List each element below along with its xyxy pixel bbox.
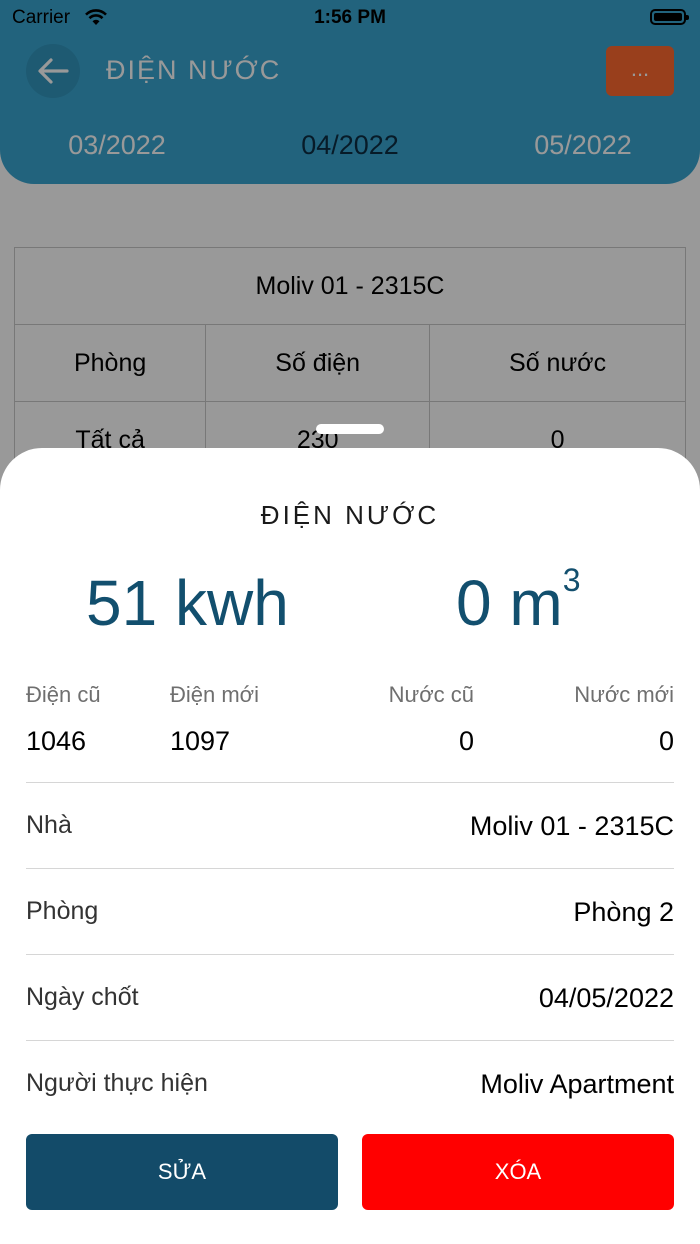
new-water-label: Nước mới <box>574 682 674 707</box>
detail-label: Phòng <box>26 897 99 925</box>
detail-value: 04/05/2022 <box>538 983 674 1013</box>
water-usage-value: 0 m <box>456 567 563 639</box>
edit-button[interactable]: SỬA <box>26 1134 338 1210</box>
new-electric-label: Điện mới <box>170 682 259 707</box>
water-usage: 0 m3 <box>456 562 580 640</box>
detail-sheet: ĐIỆN NƯỚC 51 kwh 0 m3 Điện cũ Điện mới N… <box>0 448 700 1244</box>
old-water-value: 0 <box>458 726 474 756</box>
detail-label: Nhà <box>26 811 72 839</box>
detail-value: Moliv 01 - 2315C <box>469 811 674 841</box>
detail-row-room: Phòng Phòng 2 <box>26 868 674 955</box>
detail-row-closing-date: Ngày chốt 04/05/2022 <box>26 954 674 1041</box>
old-electric-value: 1046 <box>26 726 87 756</box>
detail-label: Người thực hiện <box>26 1069 208 1097</box>
electric-usage: 51 kwh <box>86 567 289 639</box>
water-usage-exponent: 3 <box>562 562 581 598</box>
old-water-label: Nước cũ <box>388 682 474 707</box>
detail-label: Ngày chốt <box>26 983 139 1011</box>
detail-value: Phòng 2 <box>573 897 674 927</box>
sheet-grab-handle[interactable] <box>316 424 384 434</box>
detail-row-performer: Người thực hiện Moliv Apartment <box>26 1040 674 1127</box>
detail-value: Moliv Apartment <box>480 1069 674 1099</box>
old-electric-label: Điện cũ <box>26 682 101 707</box>
sheet-title: ĐIỆN NƯỚC <box>260 500 440 530</box>
new-electric-value: 1097 <box>170 726 231 756</box>
detail-row-house: Nhà Moliv 01 - 2315C <box>26 782 674 869</box>
delete-button[interactable]: XÓA <box>362 1134 674 1210</box>
new-water-value: 0 <box>658 726 674 756</box>
